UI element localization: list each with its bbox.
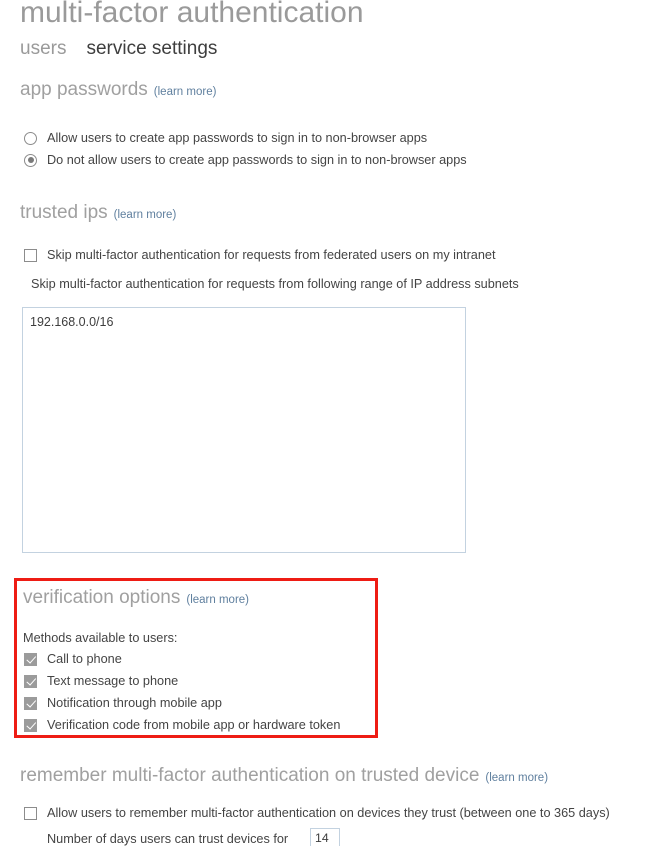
section-header-verification-options: verification options (learn more)	[23, 587, 249, 609]
days-trust-label: Number of days users can trust devices f…	[47, 832, 289, 846]
methods-available-label: Methods available to users:	[23, 631, 178, 645]
ip-subnets-textarea[interactable]	[22, 307, 466, 553]
section-title-remember-mfa: remember multi-factor authentication on …	[20, 765, 480, 786]
page-title: multi-factor authentication	[20, 0, 364, 29]
tab-users[interactable]: users	[20, 38, 66, 60]
radio-allow-app-passwords[interactable]	[24, 131, 37, 145]
checkbox-label-call-to-phone: Call to phone	[47, 652, 122, 666]
checkbox-label-skip-federated-users: Skip multi-factor authentication for req…	[47, 248, 496, 262]
checkbox-row-call-to-phone[interactable]: Call to phone	[24, 652, 122, 666]
checkbox-verification-code-mobile-app-or-token[interactable]	[24, 718, 37, 732]
radio-label-disallow-app-passwords: Do not allow users to create app passwor…	[47, 153, 467, 167]
checkbox-label-allow-remember-mfa: Allow users to remember multi-factor aut…	[47, 806, 610, 820]
subnet-instruction-label: Skip multi-factor authentication for req…	[31, 277, 519, 291]
learn-more-link-trusted-ips[interactable]: (learn more)	[114, 209, 177, 221]
checkbox-label-text-message-to-phone: Text message to phone	[47, 674, 179, 688]
section-header-remember-mfa: remember multi-factor authentication on …	[20, 765, 548, 787]
tab-bar: users service settings	[20, 38, 217, 60]
checkbox-notification-through-mobile-app[interactable]	[24, 696, 37, 710]
section-header-trusted-ips: trusted ips (learn more)	[20, 202, 176, 224]
checkbox-row-notification-mobile-app[interactable]: Notification through mobile app	[24, 696, 222, 710]
checkbox-row-skip-federated[interactable]: Skip multi-factor authentication for req…	[24, 248, 496, 262]
radio-label-allow-app-passwords: Allow users to create app passwords to s…	[47, 131, 428, 145]
radio-row-allow-app-passwords[interactable]: Allow users to create app passwords to s…	[24, 131, 427, 145]
checkbox-allow-remember-mfa[interactable]	[24, 806, 37, 820]
checkbox-label-notification-through-mobile-app: Notification through mobile app	[47, 696, 222, 710]
checkbox-call-to-phone[interactable]	[24, 652, 37, 666]
checkbox-row-verification-code[interactable]: Verification code from mobile app or har…	[24, 718, 340, 732]
days-to-trust-input[interactable]	[310, 828, 340, 846]
tab-service-settings[interactable]: service settings	[86, 38, 217, 60]
radio-row-disallow-app-passwords[interactable]: Do not allow users to create app passwor…	[24, 153, 467, 167]
checkbox-label-verification-code-mobile-app-or-token: Verification code from mobile app or har…	[47, 718, 341, 732]
section-title-app-passwords: app passwords	[20, 79, 148, 100]
radio-disallow-app-passwords[interactable]	[24, 153, 37, 167]
section-header-app-passwords: app passwords (learn more)	[20, 79, 216, 101]
checkbox-skip-federated-users[interactable]	[24, 248, 37, 262]
learn-more-link-verification-options[interactable]: (learn more)	[186, 594, 249, 606]
checkbox-row-text-message-to-phone[interactable]: Text message to phone	[24, 674, 178, 688]
checkbox-text-message-to-phone[interactable]	[24, 674, 37, 688]
mfa-service-settings-page: multi-factor authentication users servic…	[0, 0, 657, 846]
learn-more-link-remember-mfa[interactable]: (learn more)	[485, 772, 548, 784]
section-title-trusted-ips: trusted ips	[20, 202, 108, 223]
section-title-verification-options: verification options	[23, 587, 181, 608]
learn-more-link-app-passwords[interactable]: (learn more)	[154, 86, 217, 98]
checkbox-row-allow-remember-mfa[interactable]: Allow users to remember multi-factor aut…	[24, 806, 610, 820]
